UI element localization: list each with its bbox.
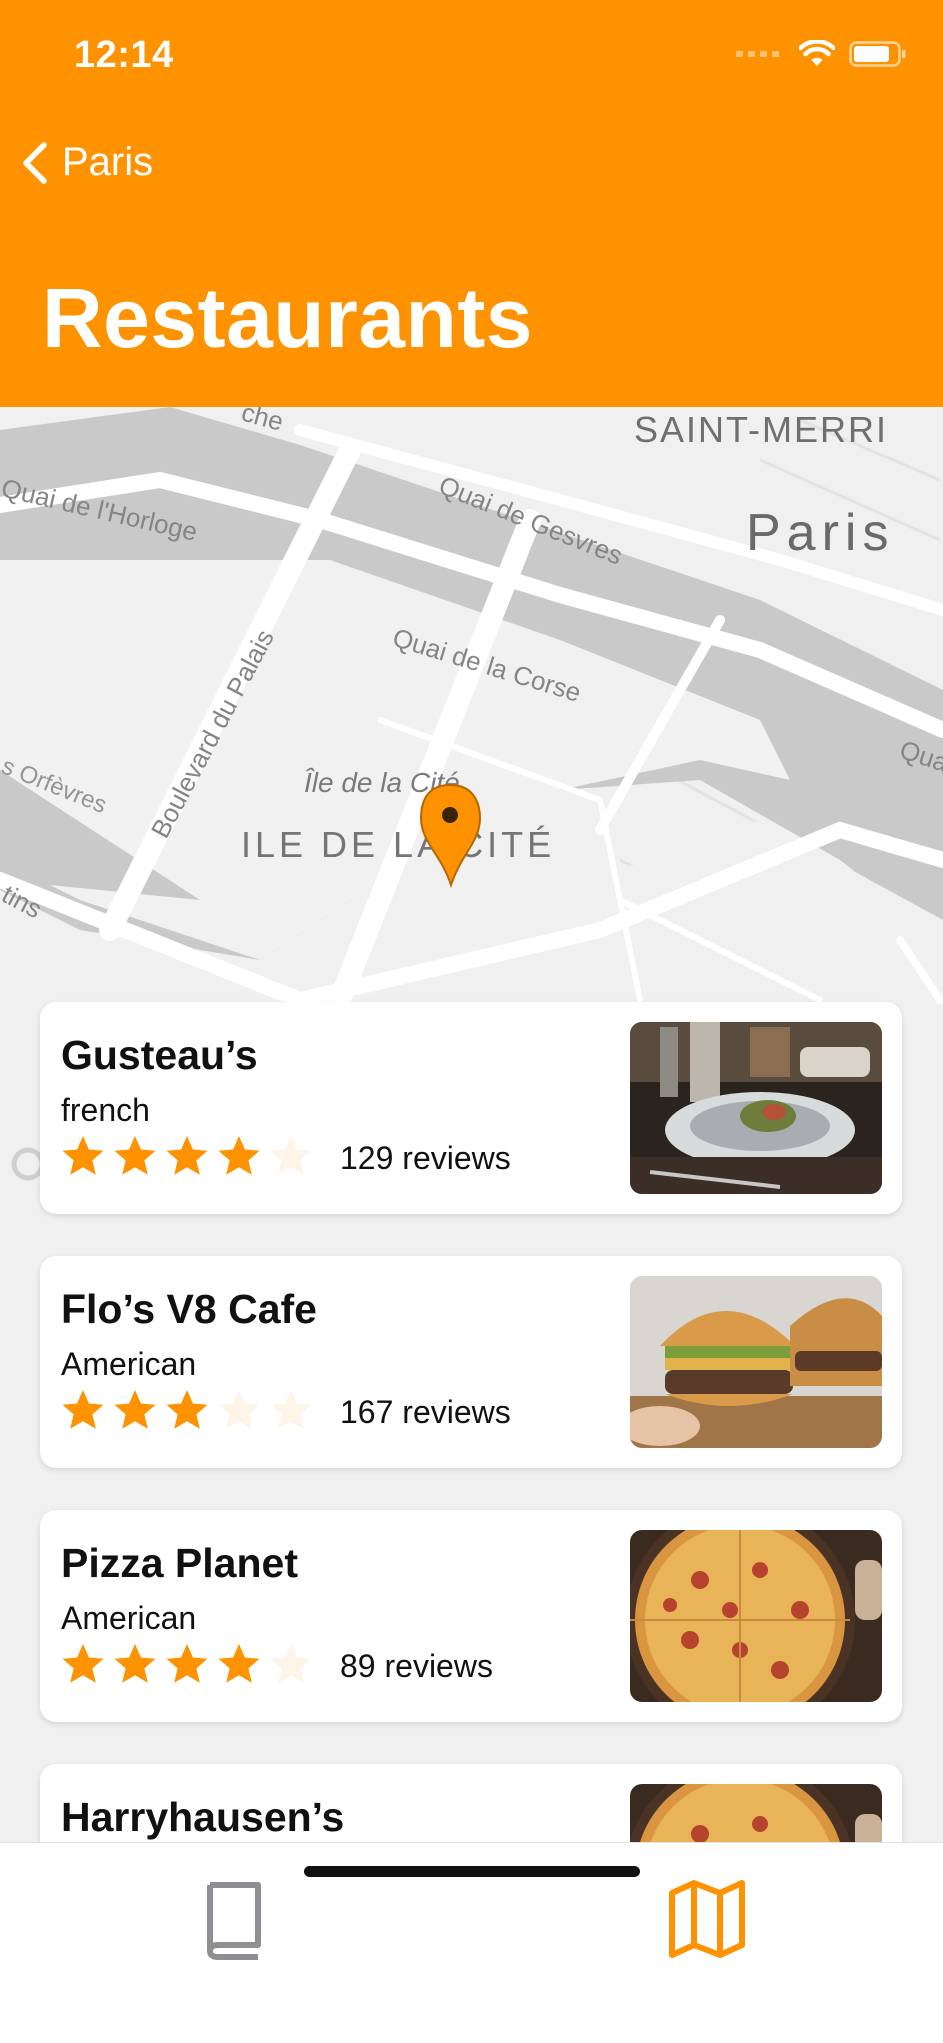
star-filled-icon [114,1644,156,1683]
wifi-icon [799,40,835,66]
map-label-ile-cite-big: ILE DE LA CITÉ [241,824,555,865]
restaurant-name: Harryhausen’s [61,1794,345,1840]
restaurant-photo [630,1276,882,1448]
restaurant-photo [630,1022,882,1194]
tab-map[interactable] [662,1873,752,1963]
map-icon [669,1880,745,1958]
back-button-label: Paris [62,140,154,184]
star-empty-icon [270,1136,312,1175]
star-empty-icon [218,1390,260,1429]
review-count: 167 reviews [340,1394,511,1430]
star-filled-icon [218,1644,260,1683]
review-count: 89 reviews [340,1648,493,1684]
battery-icon [849,41,906,67]
chevron-left-icon [23,141,47,184]
restaurant-cuisine: American [61,1346,197,1382]
review-count: 129 reviews [340,1140,511,1176]
star-filled-icon [166,1644,208,1683]
star-filled-icon [62,1644,104,1683]
star-filled-icon [166,1390,208,1429]
star-empty-icon [270,1644,312,1683]
restaurant-card[interactable]: Gusteau’s french 129 reviews [40,1002,902,1214]
page-title: Restaurants [42,271,534,365]
restaurant-card[interactable]: Flo’s V8 Cafe American 167 reviews [40,1256,902,1468]
restaurant-name: Flo’s V8 Cafe [61,1286,317,1332]
restaurant-photo [630,1530,882,1702]
restaurant-name: Gusteau’s [61,1032,258,1078]
star-filled-icon [62,1136,104,1175]
star-filled-icon [218,1136,260,1175]
star-filled-icon [166,1136,208,1175]
star-filled-icon [62,1390,104,1429]
rating-stars [60,1387,314,1433]
map-label-paris: Paris [746,504,894,562]
home-indicator [304,1866,640,1877]
star-empty-icon [270,1390,312,1429]
tab-book[interactable] [190,1873,280,1963]
restaurant-card[interactable]: Pizza Planet American 89 reviews [40,1510,902,1722]
restaurant-cuisine: American [61,1600,197,1636]
status-time: 12:14 [74,34,174,76]
star-filled-icon [114,1390,156,1429]
restaurant-cuisine: french [61,1092,150,1128]
rating-stars [60,1641,314,1687]
cellular-signal-icon [736,51,779,57]
book-icon [207,1882,261,1960]
map-label-saint-merri: SAINT-MERRI [634,409,888,450]
star-filled-icon [114,1136,156,1175]
back-button[interactable]: Paris [20,140,153,185]
status-icons [736,40,907,68]
restaurant-name: Pizza Planet [61,1540,298,1586]
rating-stars [60,1133,314,1179]
navigation-header: 12:14 Paris Restaurants [0,0,943,407]
